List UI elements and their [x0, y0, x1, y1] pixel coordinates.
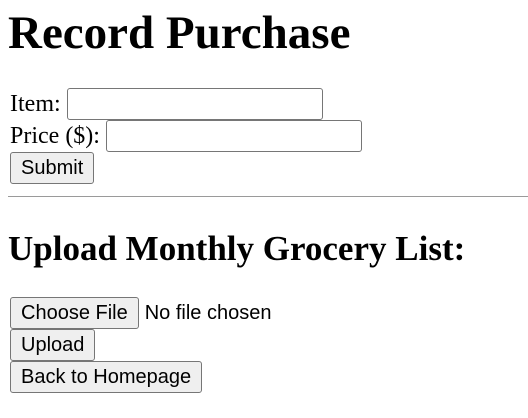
- submit-button[interactable]: Submit: [10, 152, 95, 184]
- section-divider: [8, 196, 528, 197]
- upload-heading: Upload Monthly Grocery List:: [8, 229, 466, 268]
- submit-row: Submit: [10, 152, 520, 184]
- back-to-homepage-button[interactable]: Back to Homepage: [10, 361, 203, 393]
- choose-file-button[interactable]: Choose File: [10, 297, 139, 329]
- file-picker: Choose File No file chosen: [10, 297, 520, 329]
- price-label: Price ($):: [10, 123, 100, 149]
- upload-row: Upload: [10, 329, 520, 361]
- page-title: Record Purchase: [8, 7, 351, 59]
- purchase-form: Item: Price ($): Submit: [8, 88, 520, 184]
- page: Record Purchase Item: Price ($): Submit …: [0, 6, 528, 393]
- file-status-text: No file chosen: [144, 301, 272, 324]
- item-row: Item:: [10, 88, 520, 120]
- upload-button[interactable]: Upload: [10, 329, 96, 361]
- item-label: Item:: [10, 91, 61, 117]
- price-row: Price ($):: [10, 120, 520, 152]
- price-input[interactable]: [105, 120, 362, 152]
- item-input[interactable]: [66, 88, 323, 120]
- back-row: Back to Homepage: [10, 361, 520, 393]
